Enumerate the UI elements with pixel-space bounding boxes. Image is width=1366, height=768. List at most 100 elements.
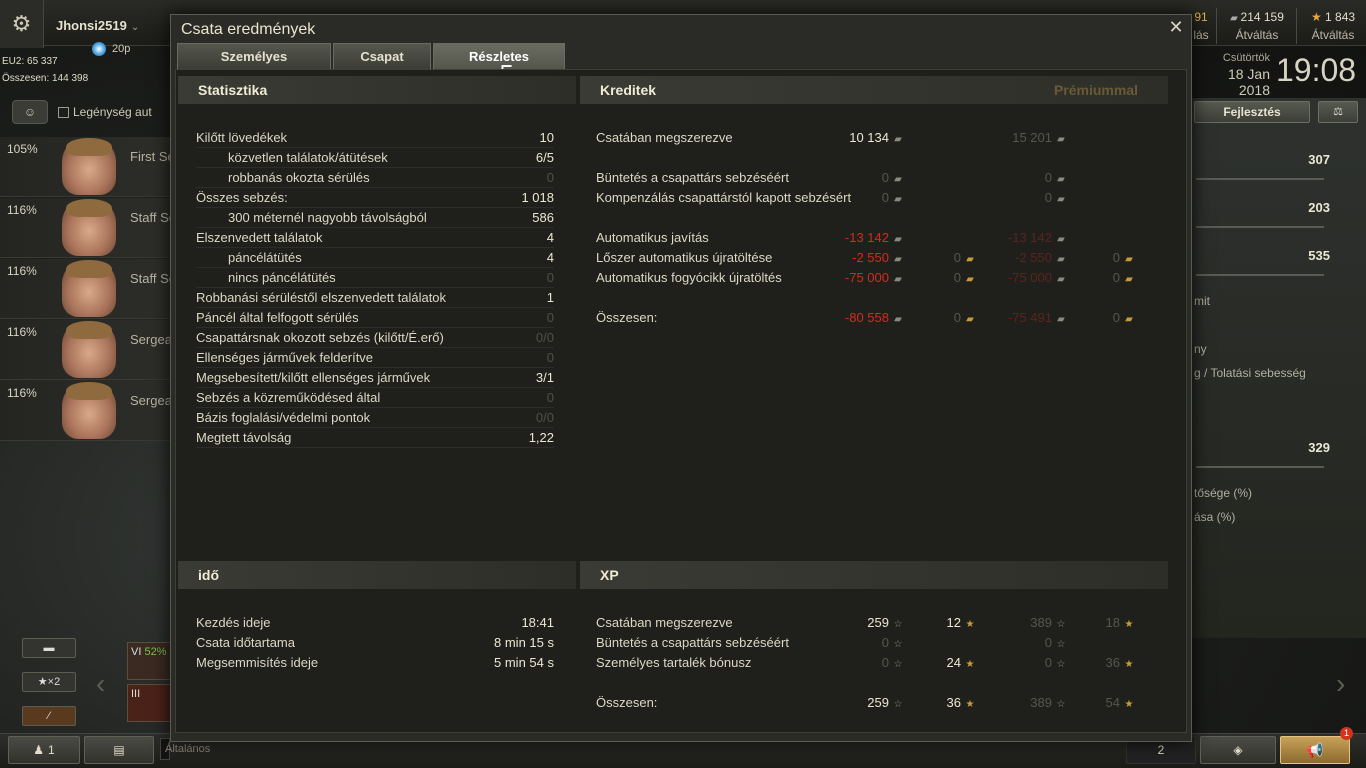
credits-base-value: 0 ▰ xyxy=(823,188,903,210)
stat-value: 0/0 xyxy=(535,330,554,345)
freexp-premium-value: 36 ★ xyxy=(1074,653,1134,675)
settings-gear-icon[interactable]: ⚙ xyxy=(0,0,44,48)
star-icon: ☆ xyxy=(1056,699,1066,710)
notifications-button[interactable]: 📢 xyxy=(1280,736,1350,764)
gold-icon: ▰ xyxy=(966,274,974,285)
credits-label: Automatikus javítás xyxy=(596,230,709,245)
gold-premium-value: 0 ▰ xyxy=(1074,248,1134,270)
tank-compare-icon[interactable]: ⚖ xyxy=(1318,101,1358,123)
vehicle-slot[interactable]: III xyxy=(127,684,173,722)
credits-label: Kompenzálás csapattárstól kapott sebzésé… xyxy=(596,190,852,205)
credits-base-value: -80 558 ▰ xyxy=(823,308,903,330)
close-icon[interactable]: ✕ xyxy=(1167,18,1185,37)
credits-premium-value: -13 142 ▰ xyxy=(986,228,1066,250)
crew-portrait xyxy=(62,199,116,256)
credits-premium-number: -13 142 xyxy=(1007,230,1052,245)
crew-list: 105% First Se 116% Staff Se 116% Staff Se 1… xyxy=(0,137,172,442)
stat-value: 1 018 xyxy=(521,190,554,205)
rank-badge[interactable]: 20p xyxy=(92,42,130,56)
stat-row: Megtett távolság 1,22 xyxy=(196,428,554,448)
rent-filter-icon[interactable]: ⁄ xyxy=(22,706,76,726)
gold-star-icon: ★ xyxy=(965,659,975,670)
tab-personal-result[interactable]: Személyes eredmény xyxy=(177,43,331,89)
crew-icon[interactable]: ☺ xyxy=(12,100,48,124)
credits-premium-value: -75 491 ▰ xyxy=(986,308,1066,330)
crew-portrait xyxy=(62,382,116,439)
xp-base-value: 0 ☆ xyxy=(823,633,903,655)
gold-currency[interactable]: 91 lás xyxy=(1190,10,1212,46)
star-icon: ☆ xyxy=(1056,639,1066,650)
stat-value: 0 xyxy=(546,390,554,405)
credit-icon: ▰ xyxy=(894,174,902,185)
username[interactable]: Jhonsi2519 ⌄ xyxy=(56,18,139,33)
xp-row: Személyes tartalék bónusz 0 ☆ 24 ★ 0 ☆ 36 ★ xyxy=(596,653,1156,673)
freexp-currency[interactable]: ★ 1 843 Átváltás xyxy=(1300,10,1366,46)
stat-row: Páncél által felfogott sérülés 0 xyxy=(196,308,554,328)
notification-badge: 1 xyxy=(1340,727,1353,740)
credits-base-value: -13 142 ▰ xyxy=(823,228,903,250)
credits-row: Csatában megszerezve 10 134 ▰ 15 201 ▰ xyxy=(596,128,1156,148)
tab-team-score[interactable]: Csapat pont xyxy=(333,43,431,89)
vehicle-slot[interactable]: VI 52% xyxy=(127,642,173,680)
vehicle-winrate: 52% xyxy=(144,646,167,658)
carousel-left-arrow-icon[interactable]: ‹ xyxy=(96,668,105,700)
clan-button[interactable]: ◈ xyxy=(1200,736,1276,764)
crew-member[interactable]: 105% First Se xyxy=(0,137,172,197)
credits-base-value: -2 550 ▰ xyxy=(823,248,903,270)
stat-value: 0/0 xyxy=(535,410,554,425)
tank-filter-icon[interactable]: ▬ xyxy=(22,638,76,658)
crew-auto-toggle[interactable]: Legénység aut xyxy=(58,105,152,119)
stat-label: tősége (%) xyxy=(1194,486,1253,500)
crew-role: First Se xyxy=(130,149,172,164)
upgrade-button[interactable]: Fejlesztés xyxy=(1194,101,1310,123)
stat-row: Robbanási sérüléstől elszenvedett talála… xyxy=(196,288,554,308)
tab-detailed-report[interactable]: Részletes jelentés xyxy=(433,43,565,89)
crew-role: Staff Se xyxy=(130,210,172,225)
credit-icon: ▰ xyxy=(1057,134,1065,145)
credits-premium-value: -75 000 ▰ xyxy=(986,268,1066,290)
crew-member[interactable]: 116% Sergea xyxy=(0,381,172,441)
credits-premium-number: 0 xyxy=(1044,190,1052,205)
xp-row: Büntetés a csapattárs sebzéséért 0 ☆ 0 ☆ xyxy=(596,633,1156,653)
stat-label: ása (%) xyxy=(1194,510,1236,524)
stat-value: 4 xyxy=(546,230,554,245)
chat-button[interactable]: ▤ xyxy=(84,736,154,764)
checkbox[interactable] xyxy=(58,107,69,119)
xp-label: Személyes tartalék bónusz xyxy=(596,655,752,670)
crew-pct: 116% xyxy=(7,386,37,400)
crew-member[interactable]: 116% Staff Se xyxy=(0,198,172,258)
stat-row: Kilőtt lövedékek 10 xyxy=(196,128,554,148)
stat-row: Sebzés a közreműködésed által 0 xyxy=(196,388,554,408)
crew-member[interactable]: 116% Sergea xyxy=(0,320,172,380)
credits-base-number: 0 xyxy=(881,190,889,205)
stat-value: 3/1 xyxy=(535,370,554,385)
stat-value: 0 xyxy=(546,170,554,185)
x2-filter-button[interactable]: ★×2 xyxy=(22,672,76,692)
carousel-right-arrow-icon[interactable]: › xyxy=(1336,668,1345,700)
username-text: Jhonsi2519 xyxy=(56,18,127,33)
gold-premium-number: 0 xyxy=(1112,250,1120,265)
stat-label: robbanás okozta sérülés xyxy=(228,170,370,185)
credits-title: Kreditek xyxy=(600,82,657,98)
chat-channel-field[interactable]: Általános xyxy=(160,738,210,760)
date: 18 Jan 2018 xyxy=(1227,66,1270,98)
credits-premium-number: -2 550 xyxy=(1015,250,1052,265)
xp-base-value: 0 ☆ xyxy=(823,653,903,675)
xp-base-number: 0 xyxy=(881,655,889,670)
player-count-button[interactable]: ♟ 1 xyxy=(8,736,80,764)
star-icon: ☆ xyxy=(893,659,903,670)
credits-currency[interactable]: ▰ 214 159 Átváltás xyxy=(1222,10,1292,46)
crew-role: Staff Se xyxy=(130,271,172,286)
time-value: 5 min 54 s xyxy=(494,655,554,670)
xp-premium-value: 0 ☆ xyxy=(986,653,1066,675)
credit-icon: ▰ xyxy=(1057,194,1065,205)
vehicle-tier: VI xyxy=(131,646,142,658)
statistics-header: Statisztika xyxy=(178,76,576,104)
crew-member[interactable]: 116% Staff Se xyxy=(0,259,172,319)
chat-channel-label: Általános xyxy=(165,743,211,755)
stat-label: mit xyxy=(1194,294,1210,308)
time-title: idő xyxy=(198,567,219,583)
stat-row: robbanás okozta sérülés 0 xyxy=(196,168,554,188)
stat-value: 307 xyxy=(1308,152,1330,167)
credits-premium-number: 15 201 xyxy=(1012,130,1052,145)
